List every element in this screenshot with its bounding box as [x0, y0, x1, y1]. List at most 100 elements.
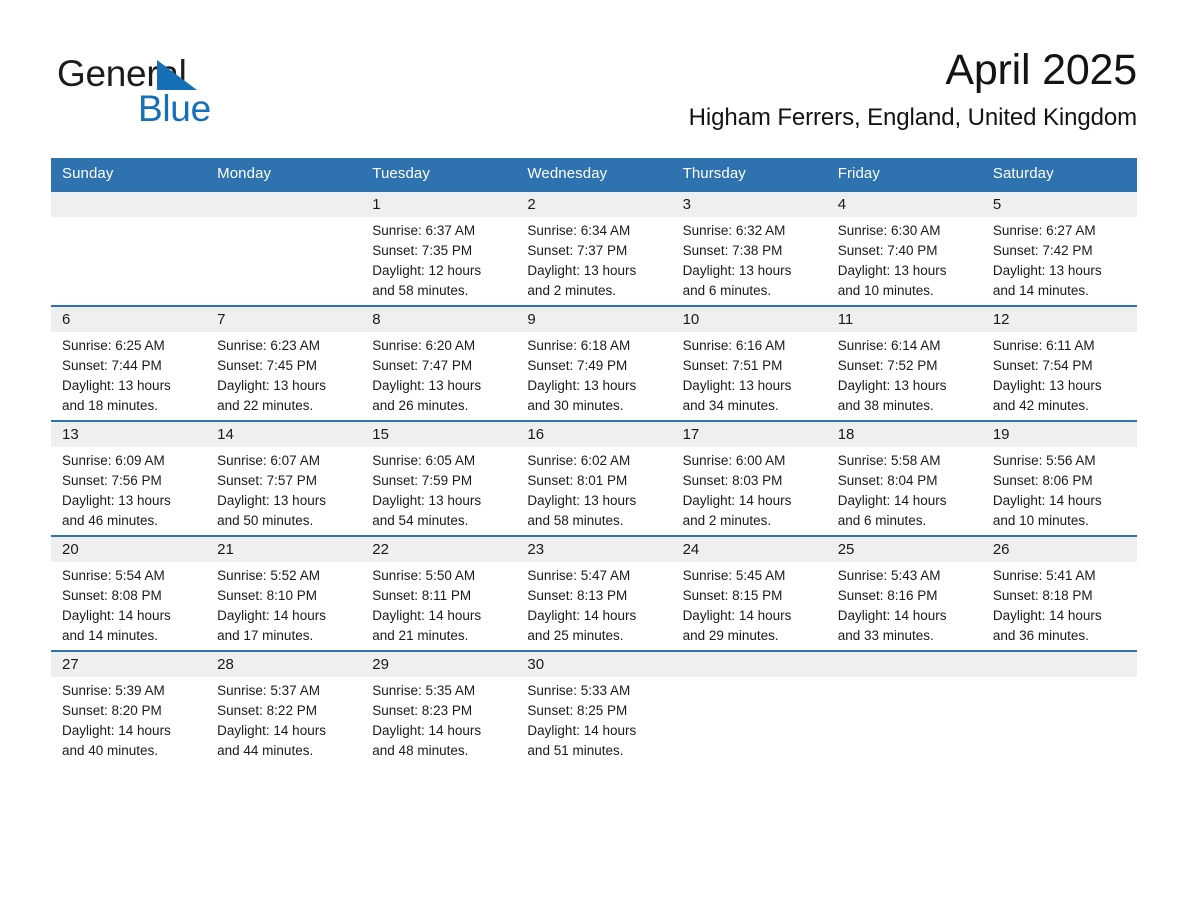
calendar-day-cell[interactable]: 26 Sunrise: 5:41 AM Sunset: 8:18 PM Dayligh… [981, 535, 1137, 651]
daylight-text-line2: and 14 minutes. [62, 628, 159, 643]
calendar-day-cell[interactable]: 23 Sunrise: 5:47 AM Sunset: 8:13 PM Dayligh… [516, 535, 672, 651]
day-number: 22 [361, 537, 517, 562]
calendar-day-cell[interactable]: 22 Sunrise: 5:50 AM Sunset: 8:11 PM Dayligh… [361, 535, 517, 651]
daylight-text-line2: and 10 minutes. [992, 513, 1089, 528]
daylight-text-line2: and 44 minutes. [217, 743, 314, 758]
day-cell-inner: 9 Sunrise: 6:18 AM Sunset: 7:49 PM Daylight… [516, 307, 672, 420]
daylight-text-line1: Daylight: 14 hours [217, 723, 326, 738]
day-cell-details: Sunrise: 6:37 AM Sunset: 7:35 PM Daylight:… [361, 217, 516, 301]
calendar-day-cell[interactable]: 24 Sunrise: 5:45 AM Sunset: 8:15 PM Dayligh… [671, 535, 827, 651]
day-number: 11 [826, 307, 982, 332]
sunrise-text: Sunrise: 5:45 AM [682, 568, 786, 583]
day-cell-inner: 12 Sunrise: 6:11 AM Sunset: 7:54 PM Dayligh… [981, 307, 1137, 420]
daylight-text-line2: and 21 minutes. [372, 628, 469, 643]
day-cell-details: Sunrise: 6:11 AM Sunset: 7:54 PM Daylight:… [982, 332, 1137, 416]
day-number: 30 [516, 652, 672, 677]
calendar-day-cell[interactable]: 16 Sunrise: 6:02 AM Sunset: 8:01 PM Dayligh… [516, 420, 672, 536]
sunset-text: Sunset: 8:20 PM [62, 703, 162, 718]
daylight-text-line1: Daylight: 13 hours [837, 378, 947, 393]
sunset-text: Sunset: 7:47 PM [372, 358, 473, 373]
day-cell-details: Sunrise: 6:27 AM Sunset: 7:42 PM Daylight:… [982, 217, 1137, 301]
sunrise-text: Sunrise: 5:56 AM [992, 453, 1096, 468]
calendar-day-cell[interactable]: 18 Sunrise: 5:58 AM Sunset: 8:04 PM Dayligh… [826, 420, 982, 536]
daylight-text-line2: and 22 minutes. [217, 398, 314, 413]
calendar-day-cell[interactable]: 30 Sunrise: 5:33 AM Sunset: 8:25 PM Dayligh… [516, 650, 672, 765]
calendar-day-cell[interactable]: 14 Sunrise: 6:07 AM Sunset: 7:57 PM Dayligh… [206, 420, 362, 536]
day-number: 5 [981, 192, 1137, 217]
daylight-text-line2: and 14 minutes. [992, 283, 1089, 298]
calendar-day-cell[interactable]: 20 Sunrise: 5:54 AM Sunset: 8:08 PM Dayligh… [51, 535, 207, 651]
calendar-day-cell[interactable]: 21 Sunrise: 5:52 AM Sunset: 8:10 PM Dayligh… [206, 535, 362, 651]
daylight-text-line2: and 54 minutes. [372, 513, 469, 528]
calendar-day-cell[interactable]: 19 Sunrise: 5:56 AM Sunset: 8:06 PM Dayligh… [981, 420, 1137, 536]
calendar-day-cell[interactable]: 4 Sunrise: 6:30 AM Sunset: 7:40 PM Daylight… [826, 190, 982, 306]
sunrise-text: Sunrise: 6:23 AM [217, 338, 320, 353]
sunset-text: Sunset: 7:45 PM [217, 358, 317, 373]
daylight-text-line1: Daylight: 14 hours [372, 608, 482, 623]
day-cell-inner: 4 Sunrise: 6:30 AM Sunset: 7:40 PM Daylight… [826, 192, 982, 305]
sunset-text: Sunset: 7:54 PM [992, 358, 1093, 373]
sunrise-text: Sunrise: 6:34 AM [527, 223, 631, 238]
sunrise-text: Sunrise: 6:07 AM [217, 453, 320, 468]
daylight-text-line2: and 48 minutes. [372, 743, 469, 758]
day-cell-details: Sunrise: 5:43 AM Sunset: 8:16 PM Daylight:… [827, 562, 982, 646]
calendar-day-cell[interactable]: 6 Sunrise: 6:25 AM Sunset: 7:44 PM Daylight… [51, 305, 207, 421]
calendar-day-cell[interactable]: 1 Sunrise: 6:37 AM Sunset: 7:35 PM Daylight… [361, 190, 517, 306]
calendar-day-cell[interactable]: 27 Sunrise: 5:39 AM Sunset: 8:20 PM Dayligh… [51, 650, 207, 765]
sunrise-text: Sunrise: 5:52 AM [217, 568, 320, 583]
calendar-day-cell[interactable]: 5 Sunrise: 6:27 AM Sunset: 7:42 PM Daylight… [981, 190, 1137, 306]
daylight-text-line2: and 36 minutes. [992, 628, 1089, 643]
calendar-day-cell [206, 190, 362, 306]
sunset-text: Sunset: 8:22 PM [217, 703, 317, 718]
sunset-text: Sunset: 8:18 PM [992, 588, 1093, 603]
daylight-text-line1: Daylight: 13 hours [62, 493, 171, 508]
day-cell-details: Sunrise: 5:56 AM Sunset: 8:06 PM Daylight:… [982, 447, 1137, 531]
sunset-text: Sunset: 7:37 PM [527, 243, 628, 258]
day-number [671, 652, 827, 677]
sunrise-text: Sunrise: 5:58 AM [837, 453, 941, 468]
day-cell-details: Sunrise: 6:32 AM Sunset: 7:38 PM Daylight:… [672, 217, 827, 301]
day-cell-inner [826, 652, 982, 765]
daylight-text-line1: Daylight: 13 hours [527, 378, 637, 393]
day-cell-details: Sunrise: 6:00 AM Sunset: 8:03 PM Daylight:… [672, 447, 827, 531]
daylight-text-line1: Daylight: 14 hours [992, 493, 1102, 508]
calendar-day-cell[interactable]: 9 Sunrise: 6:18 AM Sunset: 7:49 PM Daylight… [516, 305, 672, 421]
daylight-text-line2: and 58 minutes. [372, 283, 469, 298]
calendar-day-cell[interactable]: 29 Sunrise: 5:35 AM Sunset: 8:23 PM Dayligh… [361, 650, 517, 765]
calendar-day-cell[interactable]: 28 Sunrise: 5:37 AM Sunset: 8:22 PM Dayligh… [206, 650, 362, 765]
calendar-header-row: Sunday Monday Tuesday Wednesday Thursday… [51, 158, 1137, 191]
calendar-day-cell[interactable]: 10 Sunrise: 6:16 AM Sunset: 7:51 PM Dayligh… [671, 305, 827, 421]
daylight-text-line1: Daylight: 13 hours [992, 263, 1102, 278]
sunrise-text: Sunrise: 6:32 AM [682, 223, 786, 238]
daylight-text-line1: Daylight: 13 hours [682, 378, 792, 393]
day-number: 17 [671, 422, 827, 447]
day-number: 18 [826, 422, 982, 447]
calendar-day-cell[interactable]: 11 Sunrise: 6:14 AM Sunset: 7:52 PM Dayligh… [826, 305, 982, 421]
sunset-text: Sunset: 7:44 PM [62, 358, 162, 373]
calendar-day-cell[interactable]: 7 Sunrise: 6:23 AM Sunset: 7:45 PM Daylight… [206, 305, 362, 421]
sunrise-text: Sunrise: 6:18 AM [527, 338, 631, 353]
calendar-day-cell[interactable]: 2 Sunrise: 6:34 AM Sunset: 7:37 PM Daylight… [516, 190, 672, 306]
day-cell-details: Sunrise: 6:30 AM Sunset: 7:40 PM Daylight:… [827, 217, 982, 301]
sunrise-text: Sunrise: 5:47 AM [527, 568, 631, 583]
calendar-day-cell[interactable]: 12 Sunrise: 6:11 AM Sunset: 7:54 PM Dayligh… [981, 305, 1137, 421]
daylight-text-line1: Daylight: 13 hours [372, 378, 482, 393]
calendar-day-cell[interactable]: 13 Sunrise: 6:09 AM Sunset: 7:56 PM Dayligh… [51, 420, 207, 536]
daylight-text-line2: and 26 minutes. [372, 398, 469, 413]
day-cell-details: Sunrise: 6:14 AM Sunset: 7:52 PM Daylight:… [827, 332, 982, 416]
day-cell-inner: 29 Sunrise: 5:35 AM Sunset: 8:23 PM Dayligh… [361, 652, 517, 765]
daylight-text-line2: and 34 minutes. [682, 398, 779, 413]
sunrise-text: Sunrise: 6:27 AM [992, 223, 1096, 238]
calendar-day-cell[interactable]: 15 Sunrise: 6:05 AM Sunset: 7:59 PM Dayligh… [361, 420, 517, 536]
day-cell-details: Sunrise: 6:05 AM Sunset: 7:59 PM Daylight:… [361, 447, 516, 531]
calendar-day-cell[interactable]: 25 Sunrise: 5:43 AM Sunset: 8:16 PM Dayligh… [826, 535, 982, 651]
calendar-day-cell[interactable]: 3 Sunrise: 6:32 AM Sunset: 7:38 PM Daylight… [671, 190, 827, 306]
calendar-day-cell[interactable]: 17 Sunrise: 6:00 AM Sunset: 8:03 PM Dayligh… [671, 420, 827, 536]
calendar-day-cell[interactable]: 8 Sunrise: 6:20 AM Sunset: 7:47 PM Daylight… [361, 305, 517, 421]
day-cell-inner: 21 Sunrise: 5:52 AM Sunset: 8:10 PM Dayligh… [206, 537, 362, 650]
day-number: 26 [981, 537, 1137, 562]
day-number: 15 [361, 422, 517, 447]
sunset-text: Sunset: 7:51 PM [682, 358, 783, 373]
general-blue-logo[interactable]: General Blue [57, 54, 317, 132]
daylight-text-line1: Daylight: 13 hours [372, 493, 482, 508]
